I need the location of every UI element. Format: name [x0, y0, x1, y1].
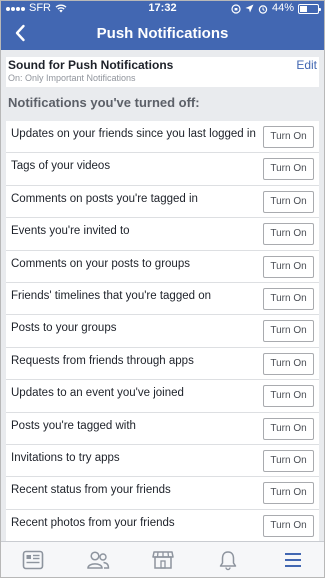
notification-label: Updates to an event you've joined	[11, 387, 184, 400]
battery-percent: 44%	[271, 2, 294, 14]
notification-row: Requests from friends through apps Turn O…	[6, 348, 319, 381]
status-bar-right: 44%	[231, 0, 321, 17]
notification-label: Recent status from your friends	[11, 484, 171, 497]
notification-label: Tags of your videos	[11, 160, 111, 173]
marketplace-icon	[151, 551, 174, 569]
notification-row: Updates to an event you've joined Turn On	[6, 380, 319, 413]
sound-setting-row: Sound for Push Notifications On: Only Im…	[6, 57, 319, 87]
tab-friends[interactable]	[78, 545, 118, 575]
notification-row: Friends' timelines that you're tagged on…	[6, 283, 319, 316]
notifications-bell-icon	[219, 550, 236, 570]
notification-label: Requests from friends through apps	[11, 354, 194, 367]
turn-on-button[interactable]: Turn On	[263, 158, 314, 181]
turn-on-button[interactable]: Turn On	[263, 126, 314, 148]
notification-label: Invitations to try apps	[11, 451, 120, 464]
notification-list: Updates on your friends since you last l…	[6, 121, 319, 543]
turn-on-button[interactable]: Turn On	[263, 352, 314, 375]
tab-news-feed[interactable]	[13, 545, 53, 575]
turn-on-button[interactable]: Turn On	[263, 449, 314, 472]
turn-on-button[interactable]: Turn On	[263, 223, 314, 246]
location-icon	[245, 4, 254, 13]
section-title: Notifications you've turned off:	[8, 95, 200, 110]
tab-marketplace[interactable]	[143, 545, 183, 575]
edit-sound-link[interactable]: Edit	[296, 58, 317, 72]
turn-on-button[interactable]: Turn On	[263, 287, 314, 310]
tab-menu[interactable]	[273, 545, 313, 575]
turn-on-button[interactable]: Turn On	[263, 190, 314, 213]
notification-row: Posts to your groups Turn On	[6, 315, 319, 348]
notification-label: Recent photos from your friends	[11, 516, 175, 529]
turn-on-button[interactable]: Turn On	[263, 514, 314, 537]
notification-label: Events you're invited to	[11, 225, 130, 238]
friends-icon	[86, 551, 109, 569]
turn-on-button[interactable]: Turn On	[263, 417, 314, 440]
notification-row: Comments on your posts to groups Turn On	[6, 251, 319, 283]
notification-row: Tags of your videos Turn On	[6, 153, 319, 186]
notification-label: Comments on posts you're tagged in	[11, 192, 198, 205]
news-feed-icon	[22, 550, 43, 570]
tab-notifications[interactable]	[208, 545, 248, 575]
notification-label: Friends' timelines that you're tagged on	[11, 289, 212, 302]
turn-on-button[interactable]: Turn On	[263, 482, 314, 505]
notification-label: Posts you're tagged with	[11, 419, 136, 432]
notification-row: Posts you're tagged with Turn On	[6, 413, 319, 445]
status-bar: SFR 17:32 44%	[0, 0, 325, 17]
menu-icon	[284, 553, 301, 567]
notification-row: Updates on your friends since you last l…	[6, 121, 319, 154]
alarm-icon	[258, 4, 268, 14]
notification-row: Invitations to try apps Turn On	[6, 445, 319, 478]
page-title: Push Notifications	[96, 25, 229, 42]
navigation-bar: Push Notifications	[0, 17, 325, 50]
notification-label: Comments on your posts to groups	[11, 257, 190, 270]
sound-setting-value: On: Only Important Notifications	[8, 73, 136, 83]
turn-on-button[interactable]: Turn On	[263, 255, 314, 278]
tab-bar	[0, 541, 325, 578]
notification-row: Recent status from your friends Turn On	[6, 477, 319, 510]
orientation-lock-icon	[231, 3, 241, 14]
notification-row: Events you're invited to Turn On	[6, 218, 319, 251]
notification-row: Recent photos from your friends Turn On	[6, 510, 319, 543]
turn-on-button[interactable]: Turn On	[263, 385, 314, 408]
notification-label: Posts to your groups	[11, 322, 117, 335]
notification-row: Comments on posts you're tagged in Turn O…	[6, 186, 319, 219]
sound-setting-label: Sound for Push Notifications	[8, 58, 174, 72]
battery-fill	[300, 5, 308, 12]
battery-icon	[298, 3, 321, 14]
notification-label: Updates on your friends since you last l…	[11, 128, 256, 140]
turn-on-button[interactable]: Turn On	[263, 320, 314, 343]
